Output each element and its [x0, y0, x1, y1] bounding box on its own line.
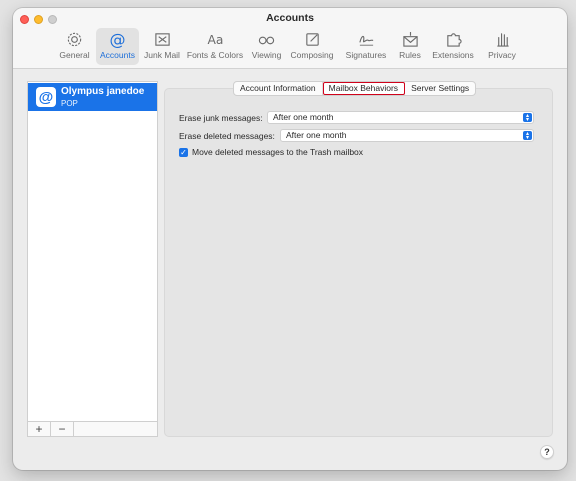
tab-general-label: General: [59, 50, 90, 60]
at-sign-icon: @: [36, 87, 56, 107]
junk-tray-icon: [154, 33, 170, 46]
tab-privacy-label: Privacy: [488, 50, 516, 60]
erase-deleted-value: After one month: [286, 130, 347, 140]
erase-junk-row: Erase junk messages:: [179, 111, 263, 124]
svg-text:Aa: Aa: [207, 33, 223, 47]
compose-icon: [305, 33, 319, 46]
chevron-updown-icon: ▴ ▾: [523, 131, 532, 141]
signature-icon: [358, 35, 373, 46]
tab-accounts[interactable]: @ Accounts: [96, 28, 139, 65]
add-account-button[interactable]: +: [28, 422, 51, 436]
tab-extensions[interactable]: Extensions: [428, 28, 478, 65]
account-name: Olympus janedoe: [61, 86, 145, 97]
segment-server-settings[interactable]: Server Settings: [405, 82, 475, 95]
tab-signatures-label: Signatures: [345, 50, 387, 60]
segment-mailbox-behaviors[interactable]: Mailbox Behaviors: [322, 82, 406, 95]
envelope-rules-icon: [402, 31, 418, 47]
tab-junk-mail-label: Junk Mail: [144, 50, 180, 60]
move-deleted-label: Move deleted messages to the Trash mailb…: [192, 147, 364, 157]
hand-icon: [496, 33, 509, 47]
tab-fonts-colors-label: Fonts & Colors: [186, 50, 244, 60]
tab-extensions-label: Extensions: [432, 50, 474, 60]
at-sign-icon: @: [109, 31, 125, 48]
window-title: Accounts: [266, 12, 314, 24]
tab-junk-mail[interactable]: Junk Mail: [142, 28, 182, 65]
puzzle-icon: [446, 33, 462, 47]
segment-account-information[interactable]: Account Information: [234, 82, 323, 95]
tab-general[interactable]: General: [56, 28, 93, 65]
move-deleted-row: ✓ Move deleted messages to the Trash mai…: [179, 147, 363, 157]
font-aa-icon: Aa: [207, 33, 223, 47]
account-type: POP: [61, 99, 78, 108]
tab-rules-label: Rules: [399, 50, 421, 60]
remove-account-button[interactable]: −: [51, 422, 74, 436]
tab-fonts-colors[interactable]: Aa Fonts & Colors: [185, 28, 245, 65]
tab-signatures[interactable]: Signatures: [340, 28, 392, 65]
glasses-icon: [258, 36, 275, 45]
erase-junk-select[interactable]: After one month ▴ ▾: [267, 111, 534, 124]
tab-composing-label: Composing: [290, 50, 334, 60]
accounts-sidebar: @ Olympus janedoe POP + −: [27, 81, 158, 437]
tab-rules[interactable]: Rules: [395, 28, 425, 65]
tab-viewing-label: Viewing: [251, 50, 282, 60]
gear-icon: [67, 32, 82, 47]
erase-deleted-label: Erase deleted messages:: [179, 130, 275, 141]
tab-viewing[interactable]: Viewing: [249, 28, 284, 65]
preferences-window: Accounts General @ Accounts Junk Mail Aa…: [13, 8, 567, 470]
account-row[interactable]: @ Olympus janedoe POP: [28, 83, 157, 111]
svg-text:@: @: [109, 31, 125, 48]
erase-deleted-row: Erase deleted messages:: [179, 129, 275, 142]
erase-junk-value: After one month: [273, 112, 334, 122]
erase-deleted-select[interactable]: After one month ▴ ▾: [280, 129, 534, 142]
help-button[interactable]: ?: [540, 445, 554, 459]
settings-segmented-control: Account Information Mailbox Behaviors Se…: [233, 81, 477, 96]
toolbar: Accounts General @ Accounts Junk Mail Aa…: [13, 8, 567, 69]
erase-junk-label: Erase junk messages:: [179, 112, 263, 123]
tab-accounts-label: Accounts: [100, 50, 135, 60]
tab-composing[interactable]: Composing: [287, 28, 337, 65]
chevron-updown-icon: ▴ ▾: [523, 113, 532, 123]
tab-privacy[interactable]: Privacy: [482, 28, 522, 65]
move-deleted-checkbox[interactable]: ✓: [179, 147, 188, 157]
sidebar-footer: + −: [28, 421, 157, 436]
